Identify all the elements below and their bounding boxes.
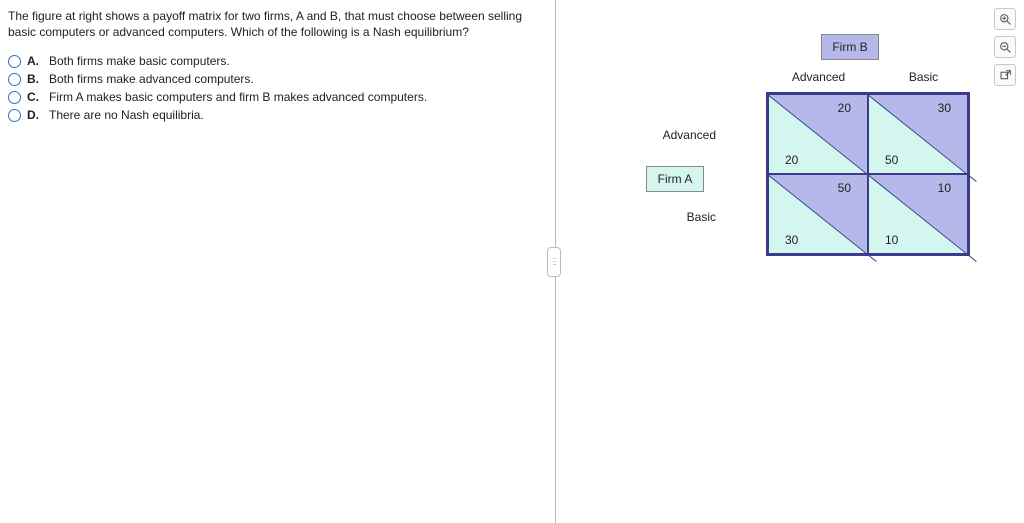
cell-adv-basic: 30 50 <box>868 94 968 174</box>
cell-basic-basic: 10 10 <box>868 174 968 254</box>
firm-b-header: Firm B <box>821 34 879 60</box>
payoff-a: 30 <box>785 233 798 247</box>
row-header-basic: Basic <box>666 210 716 224</box>
col-header-advanced: Advanced <box>766 70 871 84</box>
payoff-grid: 20 20 30 50 50 30 10 10 <box>766 92 970 256</box>
option-c[interactable]: C. Firm A makes basic computers and firm… <box>8 88 545 106</box>
option-letter: C. <box>27 90 43 104</box>
payoff-b: 50 <box>838 181 851 195</box>
firm-a-header: Firm A <box>646 166 704 192</box>
payoff-a: 50 <box>885 153 898 167</box>
option-d[interactable]: D. There are no Nash equilibria. <box>8 106 545 124</box>
option-label: There are no Nash equilibria. <box>49 108 204 122</box>
zoom-in-icon <box>999 13 1012 26</box>
cell-basic-adv: 50 30 <box>768 174 868 254</box>
payoff-a: 20 <box>785 153 798 167</box>
zoom-out-icon <box>999 41 1012 54</box>
open-external-button[interactable] <box>994 64 1016 86</box>
zoom-out-button[interactable] <box>994 36 1016 58</box>
radio-icon[interactable] <box>8 55 21 68</box>
row-header-advanced: Advanced <box>656 128 716 142</box>
open-external-icon <box>999 69 1012 82</box>
cell-adv-adv: 20 20 <box>768 94 868 174</box>
option-a[interactable]: A. Both firms make basic computers. <box>8 52 545 70</box>
answer-options: A. Both firms make basic computers. B. B… <box>8 52 545 124</box>
option-letter: B. <box>27 72 43 86</box>
option-label: Both firms make advanced computers. <box>49 72 254 86</box>
option-letter: D. <box>27 108 43 122</box>
col-header-basic: Basic <box>871 70 976 84</box>
radio-icon[interactable] <box>8 73 21 86</box>
radio-icon[interactable] <box>8 109 21 122</box>
payoff-b: 20 <box>838 101 851 115</box>
column-headers: Advanced Basic <box>766 70 976 84</box>
figure-pane: Firm B Advanced Basic Advanced Firm A Ba… <box>556 0 1024 523</box>
option-label: Firm A makes basic computers and firm B … <box>49 90 427 104</box>
question-pane: The figure at right shows a payoff matri… <box>0 0 556 523</box>
payoff-b: 10 <box>938 181 951 195</box>
option-letter: A. <box>27 54 43 68</box>
question-text: The figure at right shows a payoff matri… <box>8 8 545 40</box>
option-b[interactable]: B. Both firms make advanced computers. <box>8 70 545 88</box>
zoom-in-button[interactable] <box>994 8 1016 30</box>
radio-icon[interactable] <box>8 91 21 104</box>
figure-tools <box>994 8 1016 86</box>
payoff-b: 30 <box>938 101 951 115</box>
payoff-a: 10 <box>885 233 898 247</box>
option-label: Both firms make basic computers. <box>49 54 230 68</box>
